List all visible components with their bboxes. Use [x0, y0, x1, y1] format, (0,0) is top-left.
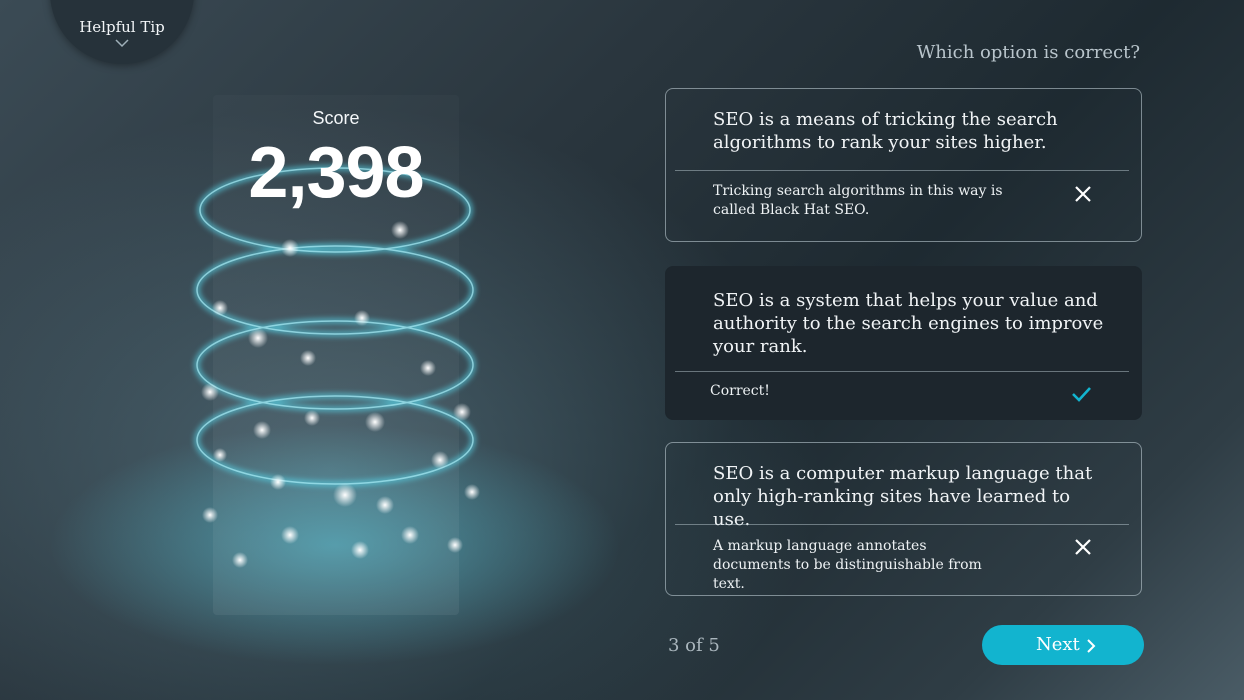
close-icon — [1075, 186, 1091, 202]
answer-option-2[interactable]: SEO is a system that helps your value an… — [665, 266, 1142, 420]
option-divider — [675, 371, 1129, 372]
answer-option-3[interactable]: SEO is a computer markup language that o… — [665, 442, 1142, 596]
answer-option-text: SEO is a system that helps your value an… — [713, 290, 1104, 357]
chevron-down-icon — [115, 39, 129, 48]
answer-feedback: A markup language annotates documents to… — [713, 538, 982, 592]
helpful-tip-button[interactable]: Helpful Tip — [50, 0, 194, 64]
close-icon — [1075, 539, 1091, 555]
score-label: Score — [312, 108, 360, 128]
answer-option-text: SEO is a means of tricking the search al… — [713, 109, 1058, 153]
next-button-label: Next — [1036, 634, 1080, 655]
option-divider — [675, 524, 1129, 525]
question-progress: 3 of 5 — [668, 635, 720, 656]
score-value: 2,398 — [248, 133, 424, 213]
question-prompt: Which option is correct? — [916, 42, 1140, 63]
answer-feedback: Tricking search algorithms in this way i… — [713, 183, 1003, 218]
chevron-right-icon — [1087, 639, 1096, 653]
next-button[interactable]: Next — [982, 625, 1144, 665]
check-icon — [1072, 387, 1091, 402]
helpful-tip-label: Helpful Tip — [79, 18, 165, 36]
answer-option-1[interactable]: SEO is a means of tricking the search al… — [665, 88, 1142, 242]
answer-option-text: SEO is a computer markup language that o… — [713, 463, 1093, 530]
answer-feedback: Correct! — [710, 383, 770, 399]
option-divider — [675, 170, 1129, 171]
